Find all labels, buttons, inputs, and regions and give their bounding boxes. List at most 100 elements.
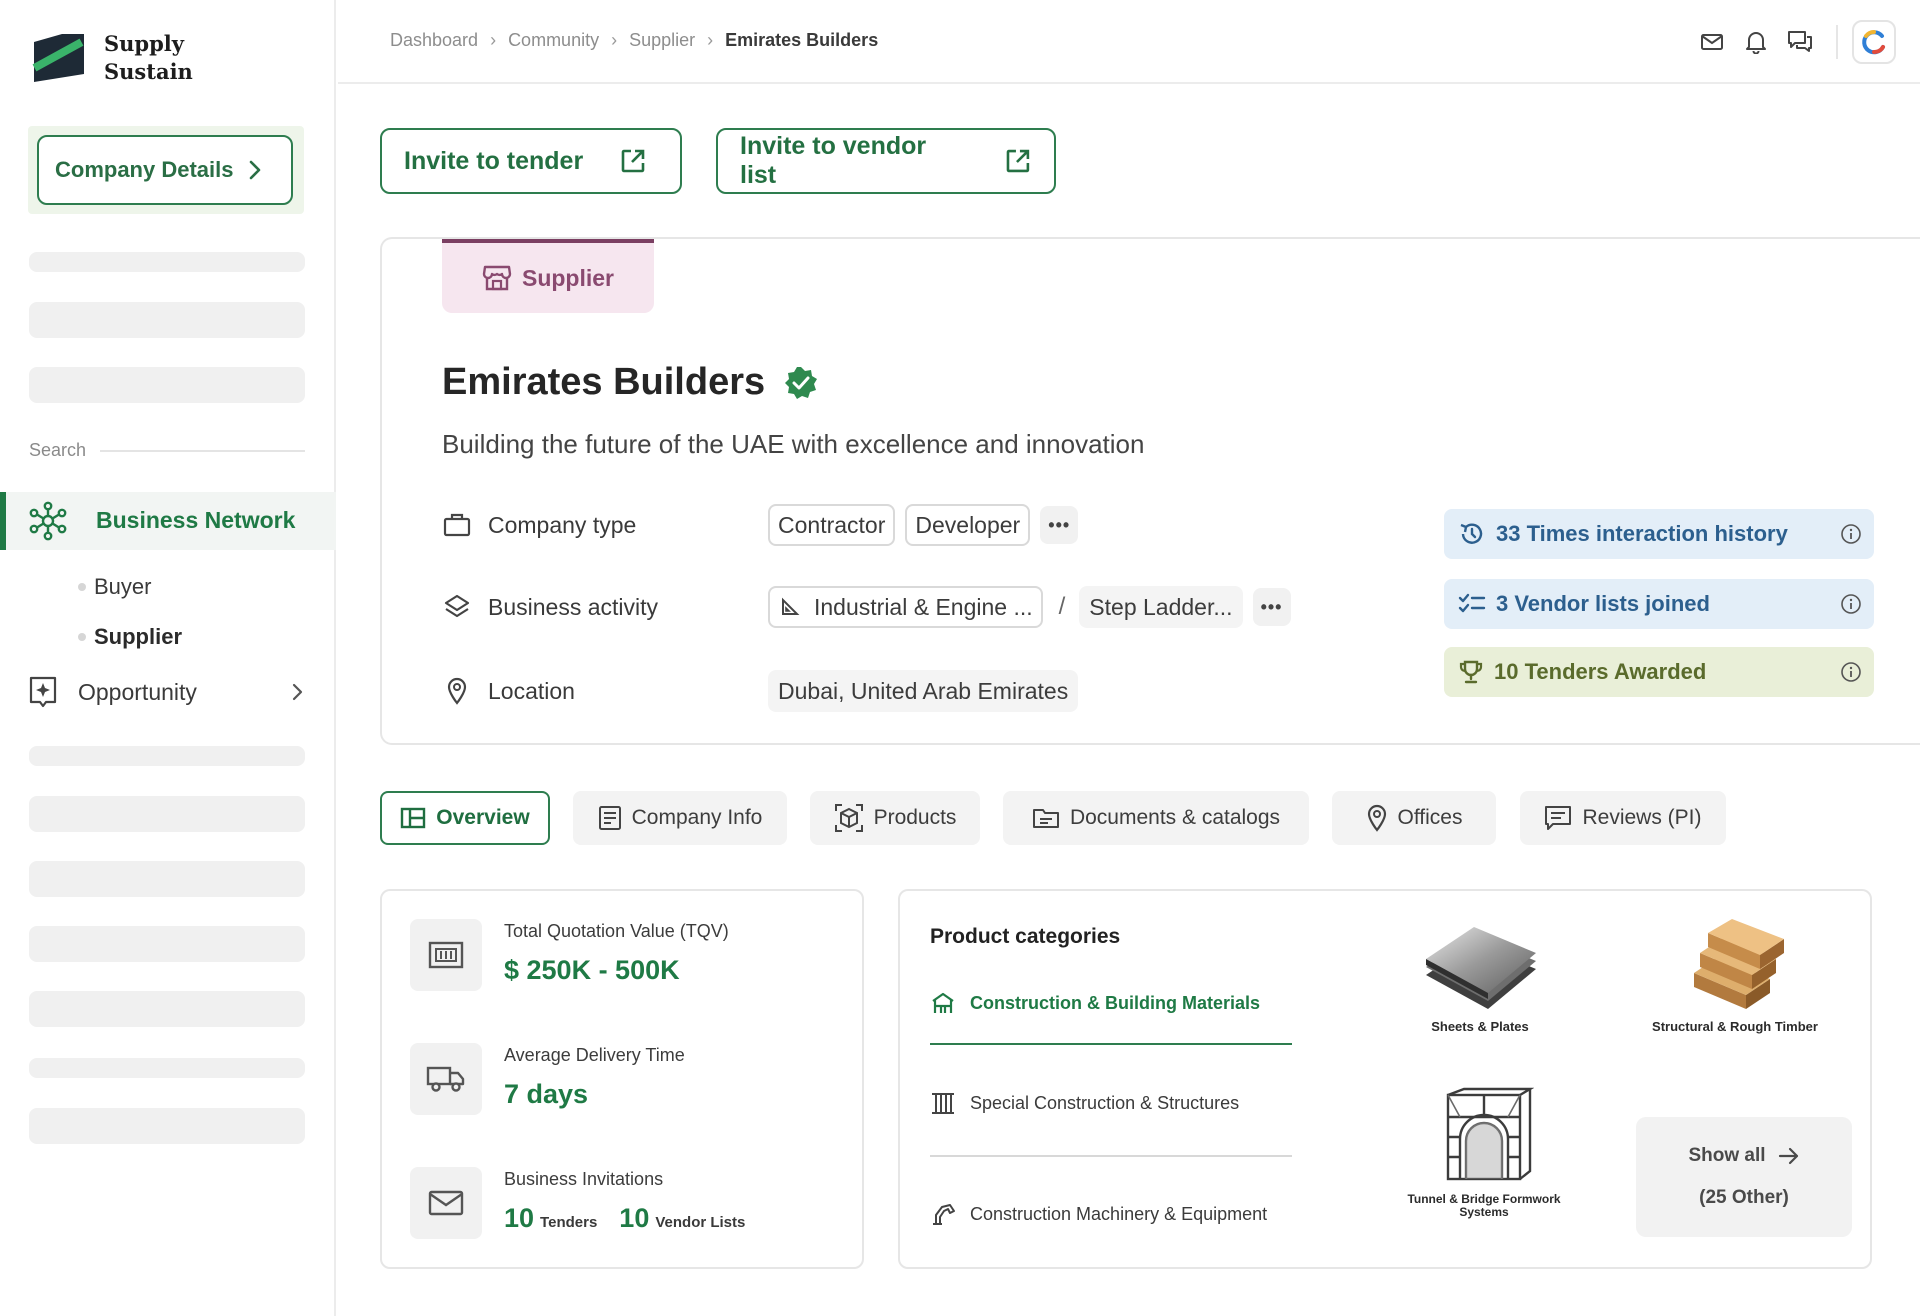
sidebar-item-opportunity[interactable]: Opportunity	[28, 672, 304, 712]
sidebar-subitem-buyer[interactable]: Buyer	[78, 574, 151, 600]
checklist-icon	[1458, 593, 1486, 613]
tab-label: Company Info	[631, 806, 763, 829]
overview-icon	[401, 807, 426, 829]
bullet	[78, 583, 86, 591]
info-icon[interactable]	[1840, 661, 1862, 683]
invite-to-tender-label: Invite to tender	[404, 146, 584, 175]
chevron-right-icon	[292, 683, 303, 701]
sidebar-item-label: Business Network	[96, 507, 296, 533]
other-count: (25 Other)	[1699, 1187, 1789, 1208]
notifications-button[interactable]	[1734, 20, 1778, 64]
building-materials-icon	[932, 992, 954, 1013]
reviews-icon	[1545, 806, 1572, 830]
show-all-products-button[interactable]: Show all (25 Other)	[1636, 1117, 1852, 1237]
category-label: Construction Machinery & Equipment	[970, 1203, 1268, 1224]
business-activity-value: Industrial & Engine ...	[814, 593, 1033, 620]
sidebar-subitem-label: Buyer	[94, 574, 152, 599]
skeleton-placeholder	[29, 861, 305, 897]
tab-label: Overview	[436, 806, 530, 829]
tab-offices[interactable]: Offices	[1332, 791, 1496, 845]
opportunity-icon	[29, 676, 57, 708]
breadcrumb: Dashboard › Community › Supplier › Emira…	[390, 30, 878, 51]
top-actions	[1690, 20, 1896, 64]
tab-label: Reviews (PI)	[1582, 806, 1702, 829]
location-label: Location	[488, 677, 575, 704]
messages-button[interactable]	[1778, 20, 1822, 64]
chat-icon	[1788, 31, 1812, 52]
company-type-chip[interactable]: Contractor	[768, 504, 896, 546]
chevron-right-icon: ›	[707, 30, 714, 50]
more-company-types-button[interactable]: •••	[1040, 506, 1079, 544]
product-item-tunnel-formwork[interactable]: Tunnel & Bridge Formwork Systems	[1400, 1087, 1568, 1219]
external-link-icon	[621, 149, 645, 173]
business-activity-row: Business activity Industrial & Engine ..…	[442, 585, 1291, 629]
divider	[1836, 25, 1838, 59]
document-icon	[598, 806, 621, 830]
breadcrumb-community[interactable]: Community	[508, 30, 599, 51]
company-type-label: Company type	[488, 511, 637, 538]
verified-badge-icon	[785, 366, 818, 399]
tab-label: Documents & catalogs	[1069, 806, 1281, 829]
company-type-row: Company type Contractor Developer •••	[442, 503, 1079, 547]
vendor-lists-text: 3 Vendor lists joined	[1496, 591, 1710, 616]
store-icon	[482, 265, 512, 291]
skeleton-placeholder	[29, 926, 305, 962]
category-item-construction-machinery[interactable]: Construction Machinery & Equipment	[930, 1201, 1292, 1227]
product-label: Tunnel & Bridge Formwork Systems	[1407, 1192, 1561, 1219]
tab-company-info[interactable]: Company Info	[573, 791, 787, 845]
info-icon[interactable]	[1840, 593, 1862, 615]
interaction-history-pill[interactable]: 33 Times interaction history	[1444, 509, 1874, 559]
location-row: Location Dubai, United Arab Emirates	[442, 669, 1088, 713]
product-categories-card: Product categories Construction & Buildi…	[898, 889, 1872, 1269]
tenders-count: 10	[504, 1203, 535, 1233]
tab-reviews[interactable]: Reviews (PI)	[1520, 791, 1726, 845]
interaction-history-text: 33 Times interaction history	[1496, 521, 1788, 546]
tenders-unit: Tenders	[540, 1214, 598, 1231]
business-activity-chip[interactable]: Industrial & Engine ...	[768, 586, 1043, 628]
tab-products[interactable]: Products	[810, 791, 980, 845]
tab-overview[interactable]: Overview	[380, 791, 550, 845]
category-label: Construction & Building Materials	[970, 992, 1261, 1013]
info-icon[interactable]	[1840, 523, 1862, 545]
delivery-value: 7 days	[504, 1079, 589, 1109]
product-item-structural-timber[interactable]: Structural & Rough Timber	[1640, 917, 1830, 1034]
sidebar-search[interactable]: Search	[29, 440, 305, 461]
invitations-values: 10 Tenders 10 Vendor Lists	[504, 1203, 767, 1234]
tenders-awarded-pill[interactable]: 10 Tenders Awarded	[1444, 647, 1874, 697]
sidebar-item-business-network[interactable]: Business Network	[0, 492, 336, 550]
more-activities-button[interactable]: •••	[1252, 588, 1291, 626]
sidebar-subitem-supplier[interactable]: Supplier	[78, 624, 182, 650]
business-activity-sub-chip[interactable]: Step Ladder...	[1079, 586, 1243, 628]
company-details-button[interactable]: Company Details	[37, 135, 293, 205]
skeleton-placeholder	[29, 302, 305, 338]
sidebar-subitem-label: Supplier	[94, 624, 183, 649]
invite-to-vendor-list-label: Invite to vendor list	[740, 132, 927, 189]
company-type-chip[interactable]: Developer	[905, 504, 1031, 546]
brand-line2: Sustain	[104, 59, 193, 84]
sidebar: Supply Sustain Company Details Search Bu…	[0, 0, 336, 1316]
location-value: Dubai, United Arab Emirates	[768, 670, 1079, 712]
product-categories-title: Product categories	[930, 925, 1121, 948]
brand-logo[interactable]: Supply Sustain	[28, 30, 193, 86]
top-bar: Dashboard › Community › Supplier › Emira…	[338, 0, 1920, 84]
invite-to-vendor-list-button[interactable]: Invite to vendor list	[716, 128, 1056, 194]
brand-name: Supply Sustain	[104, 30, 193, 86]
breadcrumb-dashboard[interactable]: Dashboard	[390, 30, 478, 51]
company-details-wrapper: Company Details	[28, 126, 304, 214]
skeleton-placeholder	[29, 796, 305, 832]
tenders-awarded-text: 10 Tenders Awarded	[1494, 659, 1707, 684]
vendor-lists-pill[interactable]: 3 Vendor lists joined	[1444, 579, 1874, 629]
company-name: Emirates Builders	[442, 361, 766, 403]
category-item-special-construction[interactable]: Special Construction & Structures	[930, 1091, 1292, 1115]
vendor-count: 10	[619, 1203, 650, 1233]
invite-to-tender-button[interactable]: Invite to tender	[380, 128, 682, 194]
tab-documents-catalogs[interactable]: Documents & catalogs	[1003, 791, 1309, 845]
category-item-construction-materials[interactable]: Construction & Building Materials	[930, 991, 1292, 1015]
app-switcher-button[interactable]	[1852, 20, 1896, 64]
search-label: Search	[29, 440, 87, 460]
product-item-sheets-plates[interactable]: Sheets & Plates	[1418, 917, 1542, 1034]
breadcrumb-supplier[interactable]: Supplier	[629, 30, 695, 51]
company-profile-card: Supplier Emirates Builders Building the …	[380, 237, 1920, 745]
mail-button[interactable]	[1690, 20, 1734, 64]
location-pin-icon	[1367, 804, 1386, 832]
